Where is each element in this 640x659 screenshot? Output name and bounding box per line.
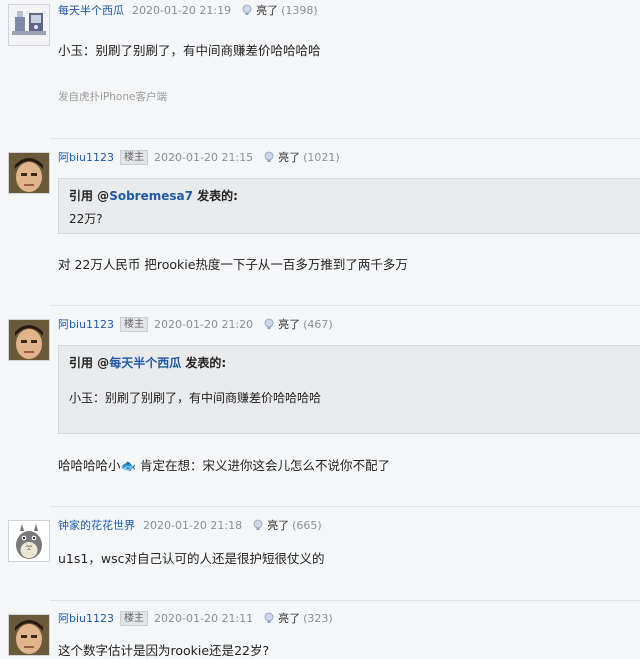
- light-label: 亮了: [256, 4, 279, 17]
- post-content: u1s1，wsc对自己认可的人还是很护短很仗义的: [58, 551, 325, 566]
- post-time: 2020-01-20 21:18: [143, 518, 243, 532]
- lightbulb-icon: [242, 4, 252, 15]
- quote-suffix: 发表的:: [192, 189, 238, 203]
- divider: [50, 506, 640, 507]
- post-time: 2020-01-20 21:19: [132, 3, 232, 17]
- cartoon-desk-avatar: [9, 5, 49, 45]
- light-button[interactable]: 亮了 (1398): [241, 2, 318, 18]
- op-badge: 楼主: [120, 149, 149, 165]
- light-count: (467): [303, 317, 333, 331]
- post-meta: 阿biu1123 楼主 2020-01-20 21:15 亮了 (1021): [58, 148, 340, 166]
- post-meta: 阿biu1123 楼主 2020-01-20 21:20 亮了 (467): [58, 315, 333, 333]
- post-meta: 阿biu1123 楼主 2020-01-20 21:11 亮了 (323): [58, 609, 333, 627]
- post-meta: 钟家的花花世界 2020-01-20 21:18 亮了 (665): [58, 516, 322, 534]
- post-content: 哈哈哈哈小🐟 肯定在想：宋义进你这会儿怎么不说你不配了: [58, 458, 391, 473]
- avatar[interactable]: [8, 152, 50, 194]
- divider: [50, 138, 640, 139]
- avatar[interactable]: [8, 614, 50, 656]
- lightbulb-icon: [264, 612, 274, 623]
- light-count: (323): [303, 611, 333, 625]
- lightbulb-icon: [264, 318, 274, 329]
- light-button[interactable]: 亮了 (467): [263, 316, 333, 332]
- light-button[interactable]: 亮了 (323): [263, 610, 333, 626]
- light-count: (1398): [281, 3, 318, 17]
- post-time: 2020-01-20 21:20: [154, 317, 254, 331]
- light-count: (665): [292, 518, 322, 532]
- avatar[interactable]: [8, 4, 50, 46]
- light-button[interactable]: 亮了 (1021): [263, 149, 340, 165]
- quote-block: 引用 @每天半个西瓜 发表的: 小玉：别刷了别刷了，有中间商赚差价哈哈哈哈: [58, 345, 640, 434]
- light-button[interactable]: 亮了 (665): [252, 517, 322, 533]
- person-photo-avatar: [9, 615, 49, 655]
- post-content: 这个数字估计是因为rookie还是22岁?: [58, 643, 270, 658]
- post-source[interactable]: 发自虎扑iPhone客户端: [58, 89, 167, 104]
- quote-header: 引用 @Sobremesa7 发表的:: [69, 187, 630, 204]
- divider: [50, 600, 640, 601]
- post-time: 2020-01-20 21:11: [154, 611, 254, 625]
- post-content: 小玉：别刷了别刷了，有中间商赚差价哈哈哈哈: [58, 43, 321, 58]
- quote-body: 22万?: [69, 212, 103, 226]
- quote-block: 引用 @Sobremesa7 发表的: 22万?: [58, 178, 640, 234]
- person-photo-avatar: [9, 153, 49, 193]
- username-link[interactable]: 阿biu1123: [58, 316, 114, 332]
- username-link[interactable]: 钟家的花花世界: [58, 517, 135, 533]
- quote-username[interactable]: 每天半个西瓜: [109, 356, 181, 370]
- post-content: 对 22万人民币 把rookie热度一下子从一百多万推到了两千多万: [58, 257, 408, 272]
- post-time: 2020-01-20 21:15: [154, 150, 254, 164]
- username-link[interactable]: 每天半个西瓜: [58, 2, 124, 18]
- light-label: 亮了: [278, 612, 301, 625]
- quote-body: 小玉：别刷了别刷了，有中间商赚差价哈哈哈哈: [69, 391, 322, 405]
- light-label: 亮了: [278, 151, 301, 164]
- quote-prefix: 引用 @: [69, 356, 110, 370]
- divider: [50, 305, 640, 306]
- quote-username[interactable]: Sobremesa7: [109, 189, 193, 203]
- username-link[interactable]: 阿biu1123: [58, 610, 114, 626]
- post-meta: 每天半个西瓜 2020-01-20 21:19 亮了 (1398): [58, 1, 318, 19]
- quote-prefix: 引用 @: [69, 189, 110, 203]
- avatar[interactable]: [8, 520, 50, 562]
- light-label: 亮了: [278, 318, 301, 331]
- quote-suffix: 发表的:: [181, 356, 227, 370]
- light-count: (1021): [303, 150, 340, 164]
- quote-header: 引用 @每天半个西瓜 发表的:: [69, 354, 630, 371]
- lightbulb-icon: [253, 519, 263, 530]
- op-badge: 楼主: [120, 316, 149, 332]
- light-label: 亮了: [267, 519, 290, 532]
- person-photo-avatar: [9, 320, 49, 360]
- totoro-avatar: [9, 521, 49, 561]
- op-badge: 楼主: [120, 610, 149, 626]
- username-link[interactable]: 阿biu1123: [58, 149, 114, 165]
- lightbulb-icon: [264, 151, 274, 162]
- avatar[interactable]: [8, 319, 50, 361]
